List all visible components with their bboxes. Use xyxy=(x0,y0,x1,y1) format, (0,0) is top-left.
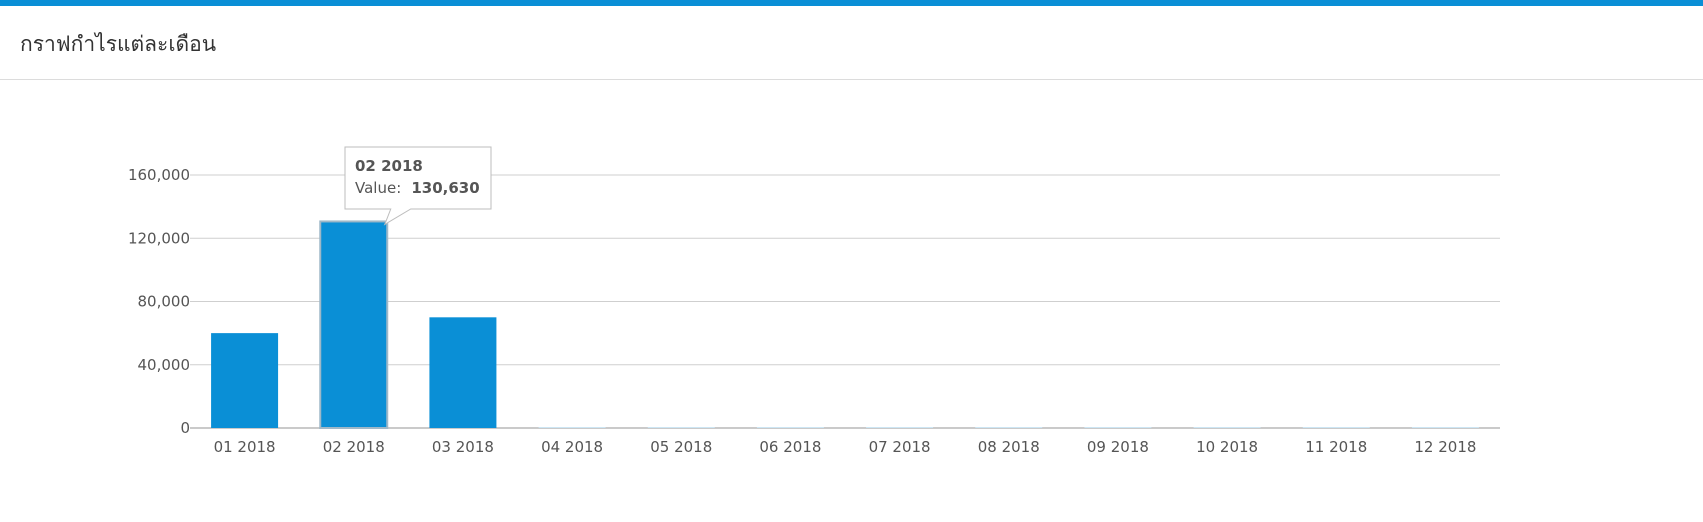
x-tick-label: 05 2018 xyxy=(650,438,712,456)
y-tick-label: 120,000 xyxy=(128,229,190,247)
bar[interactable] xyxy=(1084,427,1152,428)
bar[interactable] xyxy=(866,427,934,428)
bar[interactable] xyxy=(429,317,497,428)
x-tick-label: 07 2018 xyxy=(869,438,931,456)
x-tick-label: 01 2018 xyxy=(214,438,276,456)
x-tick-label: 08 2018 xyxy=(978,438,1040,456)
bar[interactable] xyxy=(1302,427,1370,428)
x-tick-label: 10 2018 xyxy=(1196,438,1258,456)
x-tick-label: 03 2018 xyxy=(432,438,494,456)
x-tick-label: 04 2018 xyxy=(541,438,603,456)
bar[interactable] xyxy=(1193,427,1261,428)
y-tick-label: 80,000 xyxy=(138,293,191,311)
x-tick-label: 06 2018 xyxy=(759,438,821,456)
tooltip-value-label: Value: xyxy=(355,179,401,197)
bar-layer xyxy=(211,220,1479,429)
x-tick-label: 09 2018 xyxy=(1087,438,1149,456)
x-tick-label: 11 2018 xyxy=(1305,438,1367,456)
bar[interactable] xyxy=(975,427,1043,428)
tooltip-value: 130,630 xyxy=(411,179,479,197)
x-tick-label: 02 2018 xyxy=(323,438,385,456)
bar[interactable] xyxy=(647,427,715,428)
tooltip-line: Value: 130,630 xyxy=(355,178,480,197)
y-tick-label: 40,000 xyxy=(138,356,191,374)
tooltip: 02 2018 Value: 130,630 xyxy=(344,146,492,226)
bar[interactable] xyxy=(756,427,824,428)
tooltip-category: 02 2018 xyxy=(355,157,423,175)
bar[interactable] xyxy=(538,427,606,428)
x-axis-labels: 01 2018 02 2018 03 2018 04 2018 05 2018 06 20… xyxy=(214,438,1477,456)
y-axis-labels: 0 40,000 80,000 120,000 160,000 xyxy=(128,166,190,437)
y-tick-label: 0 xyxy=(180,419,190,437)
bar[interactable] xyxy=(211,333,279,428)
bar-chart: 01 2018 02 2018 03 2018 04 2018 05 2018 06 20… xyxy=(128,146,1500,456)
bar[interactable] xyxy=(1411,427,1479,428)
x-tick-label: 12 2018 xyxy=(1414,438,1476,456)
bar[interactable] xyxy=(319,220,389,429)
y-tick-label: 160,000 xyxy=(128,166,190,184)
